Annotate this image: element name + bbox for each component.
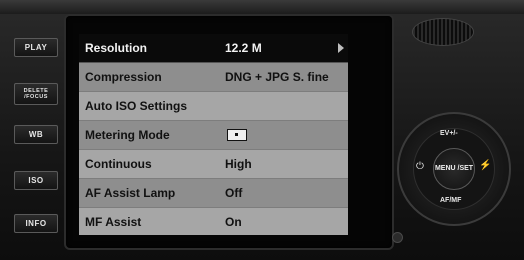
- menu-row-label: AF Assist Lamp: [85, 186, 176, 200]
- submenu-arrow-icon: [338, 43, 344, 53]
- menu-row-continuous[interactable]: Continuous High: [79, 150, 348, 179]
- menu-row-value: High: [225, 157, 252, 171]
- menu-row-resolution[interactable]: Resolution 12.2 M: [79, 34, 348, 63]
- play-button[interactable]: PLAY: [14, 38, 58, 57]
- menu-row-label: Resolution: [85, 41, 147, 55]
- menu-set-button[interactable]: MENU /SET: [433, 148, 475, 190]
- wb-button[interactable]: WB: [14, 125, 58, 144]
- info-button[interactable]: INFO: [14, 214, 58, 233]
- dpad-down-afmf-button[interactable]: AF/MF: [440, 197, 461, 204]
- menu-row-value: 12.2 M: [225, 41, 262, 55]
- menu-row-metering-mode[interactable]: Metering Mode: [79, 121, 348, 150]
- delete-focus-button[interactable]: DELETE /FOCUS: [14, 83, 58, 105]
- menu-row-label: Compression: [85, 70, 162, 84]
- iso-button[interactable]: ISO: [14, 171, 58, 190]
- menu-row-label: Auto ISO Settings: [85, 99, 187, 113]
- spot-metering-icon: [227, 129, 247, 141]
- command-dial[interactable]: [412, 18, 474, 46]
- menu-screen: Resolution 12.2 M Compression DNG + JPG …: [79, 34, 348, 235]
- menu-row-auto-iso[interactable]: Auto ISO Settings: [79, 92, 348, 121]
- menu-row-af-assist-lamp[interactable]: AF Assist Lamp Off: [79, 179, 348, 208]
- camera-top-strip: [0, 0, 524, 14]
- menu-row-label: MF Assist: [85, 215, 142, 229]
- dpad-up-ev-button[interactable]: EV+/-: [440, 130, 458, 137]
- flash-icon[interactable]: ⚡: [479, 160, 491, 171]
- menu-row-label: Metering Mode: [85, 128, 170, 142]
- menu-row-value: On: [225, 215, 242, 229]
- menu-row-value: DNG + JPG S. fine: [225, 70, 329, 84]
- small-round-button[interactable]: [392, 232, 403, 243]
- menu-row-compression[interactable]: Compression DNG + JPG S. fine: [79, 63, 348, 92]
- menu-row-mf-assist[interactable]: MF Assist On: [79, 208, 348, 235]
- self-timer-icon[interactable]: ⏻: [416, 161, 424, 172]
- menu-row-value: Off: [225, 186, 243, 200]
- menu-row-label: Continuous: [85, 157, 152, 171]
